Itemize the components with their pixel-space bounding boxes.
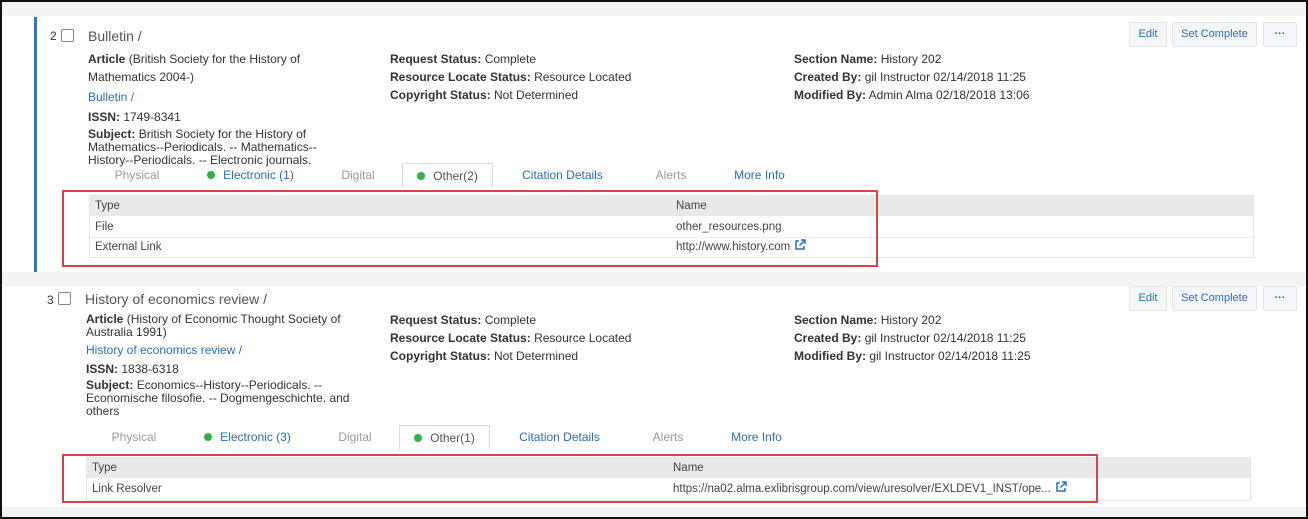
section-name: Section Name: History 202 — [794, 313, 942, 327]
record-number: 3 — [47, 293, 54, 307]
table-header — [87, 458, 1250, 478]
edit-button[interactable]: Edit — [1129, 22, 1167, 47]
tab-electronic[interactable]: Electronic (3) — [185, 425, 310, 450]
tab-physical[interactable]: Physical — [91, 163, 183, 188]
bib-details: Article (History of Economic Thought Soc… — [86, 313, 366, 418]
record-number: 2 — [50, 29, 57, 43]
column-header-type: Type — [95, 200, 120, 212]
background-strip — [2, 2, 1306, 16]
tab-citation-details[interactable]: Citation Details — [501, 425, 618, 450]
more-actions-button[interactable]: ··· — [1263, 286, 1297, 311]
other-resources-table: Type Name File other_resources.png Exter… — [89, 195, 1254, 258]
column-header-type: Type — [92, 462, 117, 474]
edit-button[interactable]: Edit — [1129, 286, 1167, 311]
record-title[interactable]: Bulletin / — [88, 28, 142, 44]
copyright-status: Copyright Status: Not Determined — [390, 349, 579, 363]
citation-record: 2 Bulletin / Article (British Society fo… — [34, 17, 1297, 272]
tab-electronic[interactable]: Electronic (1) — [188, 163, 313, 188]
available-dot-icon — [204, 433, 213, 441]
available-dot-icon — [417, 172, 426, 180]
row-type: External Link — [95, 241, 162, 253]
issn: ISSN: 1838-6318 — [86, 362, 179, 376]
request-status: Request Status: Complete — [390, 52, 537, 66]
background-strip — [2, 272, 1306, 286]
modified-by: Modified By: Admin Alma 02/18/2018 13:06 — [794, 88, 1030, 102]
tab-more-info[interactable]: More Info — [716, 163, 803, 188]
set-complete-button[interactable]: Set Complete — [1172, 286, 1257, 311]
link-resolver-link[interactable]: https://na02.alma.exlibrisgroup.com/view… — [673, 479, 1067, 499]
section-details: Section Name: History 202 Created By: gi… — [794, 50, 1124, 104]
row-type: Link Resolver — [92, 483, 162, 495]
record-title[interactable]: History of economics review / — [85, 291, 267, 307]
resource-locate-status: Resource Locate Status: Resource Located — [390, 331, 632, 345]
file-link[interactable]: other_resources.png — [676, 217, 781, 237]
record-type: Article (British Society for the History… — [88, 52, 301, 84]
available-dot-icon — [207, 171, 216, 179]
created-by: Created By: gil Instructor 02/14/2018 11… — [794, 70, 1026, 84]
background-strip — [2, 507, 1306, 517]
subject: Subject: Economics--History--Periodicals… — [86, 378, 350, 418]
external-link-icon[interactable] — [1055, 481, 1067, 493]
tab-digital[interactable]: Digital — [315, 425, 395, 450]
checkbox-icon[interactable] — [61, 29, 74, 42]
tab-physical[interactable]: Physical — [88, 425, 180, 450]
tab-other[interactable]: Other(1) — [399, 425, 490, 450]
status-details: Request Status: Complete Resource Locate… — [390, 311, 750, 365]
checkbox-icon[interactable] — [58, 292, 71, 305]
modified-by: Modified By: gil Instructor 02/14/2018 1… — [794, 349, 1031, 363]
row-type: File — [95, 221, 114, 233]
external-link-icon[interactable] — [794, 239, 806, 251]
section-name: Section Name: History 202 — [794, 52, 942, 66]
resource-locate-status: Resource Locate Status: Resource Located — [390, 70, 632, 84]
tab-digital[interactable]: Digital — [318, 163, 398, 188]
tab-citation-details[interactable]: Citation Details — [504, 163, 621, 188]
status-details: Request Status: Complete Resource Locate… — [390, 50, 750, 104]
more-actions-button[interactable]: ··· — [1263, 22, 1297, 47]
tab-other[interactable]: Other(2) — [402, 163, 493, 188]
title-link[interactable]: Bulletin / — [88, 88, 358, 106]
tab-alerts[interactable]: Alerts — [628, 425, 708, 450]
external-link[interactable]: http://www.history.com — [676, 237, 806, 257]
other-resources-table: Type Name Link Resolver https://na02.alm… — [86, 457, 1251, 501]
citation-record: 3 History of economics review / Article … — [34, 286, 1297, 507]
table-header — [90, 196, 1253, 216]
set-complete-button[interactable]: Set Complete — [1172, 22, 1257, 47]
created-by: Created By: gil Instructor 02/14/2018 11… — [794, 331, 1026, 345]
resource-tabs: Physical Electronic (1) Digital Other(2)… — [91, 163, 851, 188]
issn: ISSN: 1749-8341 — [88, 110, 181, 124]
bib-details: Article (British Society for the History… — [88, 50, 358, 167]
section-details: Section Name: History 202 Created By: gi… — [794, 311, 1124, 365]
request-status: Request Status: Complete — [390, 313, 537, 327]
resource-tabs: Physical Electronic (3) Digital Other(1)… — [88, 425, 848, 450]
copyright-status: Copyright Status: Not Determined — [390, 88, 579, 102]
column-header-name: Name — [673, 462, 704, 474]
available-dot-icon — [414, 434, 423, 442]
column-header-name: Name — [676, 200, 707, 212]
row-divider — [90, 237, 1253, 238]
title-link[interactable]: History of economics review / — [86, 341, 366, 359]
tab-alerts[interactable]: Alerts — [631, 163, 711, 188]
tab-more-info[interactable]: More Info — [713, 425, 800, 450]
record-type: Article (History of Economic Thought Soc… — [86, 312, 341, 339]
subject: Subject: British Society for the History… — [88, 127, 317, 167]
